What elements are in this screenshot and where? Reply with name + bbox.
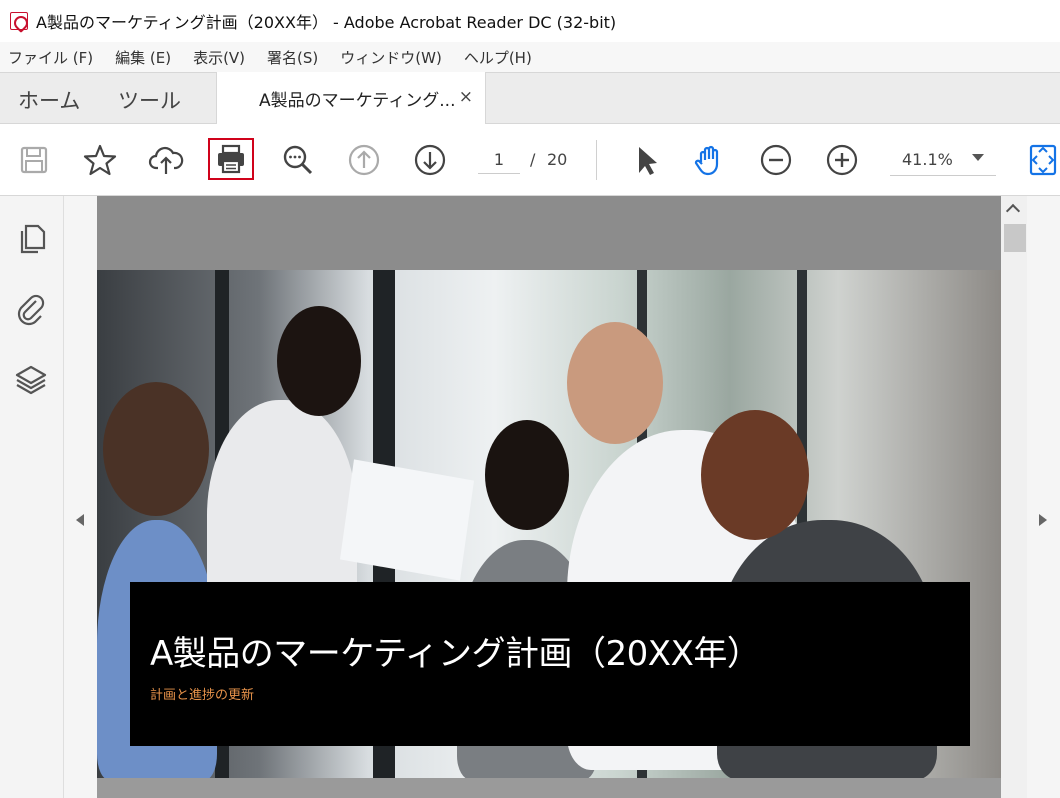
menu-edit[interactable]: 編集 (E) (115, 47, 171, 68)
left-side-panel (0, 196, 64, 798)
find-zoom-icon (283, 145, 313, 175)
tab-document[interactable]: A製品のマーケティング... × (216, 72, 486, 125)
bookmark-button[interactable] (80, 140, 120, 180)
document-subtitle: 計画と進捗の更新 (150, 688, 255, 703)
upload-button[interactable] (146, 140, 186, 180)
next-page-button[interactable] (410, 140, 450, 180)
document-viewport[interactable]: A製品のマーケティング計画（20XX年） 計画と進捗の更新 (64, 196, 1060, 798)
next-page-arrow[interactable] (1039, 514, 1047, 526)
page-bottom-band (97, 778, 1001, 798)
cover-title-box: A製品のマーケティング計画（20XX年） 計画と進捗の更新 (130, 582, 970, 746)
zoom-select[interactable]: 41.1% (890, 144, 996, 176)
print-icon (218, 144, 244, 174)
document-title: A製品のマーケティング計画（20XX年） (150, 634, 761, 674)
layers-icon[interactable] (14, 362, 48, 396)
toolbar-divider (596, 140, 597, 180)
page-number-input[interactable] (478, 146, 520, 174)
window-titlebar: A製品のマーケティング計画（20XX年） - Adobe Acrobat Rea… (0, 0, 1060, 42)
chevron-down-icon (972, 154, 984, 161)
scroll-up-icon[interactable] (1005, 203, 1021, 219)
page-total: 20 (547, 150, 568, 169)
select-cursor-icon (639, 147, 657, 175)
paper-sheet (339, 459, 475, 581)
print-button[interactable] (208, 138, 254, 180)
menu-window[interactable]: ウィンドウ(W) (340, 47, 442, 68)
zoom-in-button[interactable] (822, 140, 862, 180)
tab-bar: ホーム ツール A製品のマーケティング... × (0, 72, 1060, 125)
tab-tools[interactable]: ツール (118, 85, 181, 115)
zoom-out-icon (760, 144, 792, 176)
vertical-scrollbar[interactable] (1001, 196, 1027, 798)
zoom-in-icon (826, 144, 858, 176)
upload-cloud-icon (148, 146, 184, 174)
menu-bar: ファイル (F) 編集 (E) 表示(V) 署名(S) ウィンドウ(W) ヘルプ… (0, 42, 1060, 72)
close-icon[interactable]: × (459, 87, 473, 107)
acrobat-icon (10, 12, 28, 30)
menu-view[interactable]: 表示(V) (193, 47, 245, 68)
page-fit-icon (1029, 144, 1057, 176)
page-up-icon (348, 144, 380, 176)
scroll-thumb[interactable] (1004, 224, 1026, 252)
hand-tool-button[interactable] (690, 140, 730, 180)
page-top-band (97, 196, 1001, 270)
toolbar: / 20 41.1% (0, 124, 1060, 196)
zoom-value: 41.1% (902, 150, 953, 169)
previous-page-arrow[interactable] (76, 514, 84, 526)
document-tab-label: A製品のマーケティング... (259, 91, 456, 111)
attachment-icon[interactable] (14, 292, 48, 326)
bookmark-star-icon (83, 144, 117, 176)
previous-page-button[interactable] (344, 140, 384, 180)
pages-icon[interactable] (14, 222, 48, 256)
tab-home[interactable]: ホーム (18, 85, 80, 115)
select-tool-button[interactable] (626, 140, 666, 180)
save-icon (20, 146, 48, 174)
page-separator: / (530, 150, 536, 169)
menu-file[interactable]: ファイル (F) (8, 47, 93, 68)
hand-icon (694, 145, 719, 176)
zoom-out-button[interactable] (756, 140, 796, 180)
save-button[interactable] (14, 140, 54, 180)
document-page: A製品のマーケティング計画（20XX年） 計画と進捗の更新 (97, 270, 1001, 778)
page-down-icon (414, 144, 446, 176)
menu-sign[interactable]: 署名(S) (267, 47, 318, 68)
page-fit-button[interactable] (1022, 140, 1060, 180)
menu-help[interactable]: ヘルプ(H) (464, 47, 532, 68)
find-button[interactable] (278, 140, 318, 180)
window-title: A製品のマーケティング計画（20XX年） - Adobe Acrobat Rea… (36, 13, 617, 32)
